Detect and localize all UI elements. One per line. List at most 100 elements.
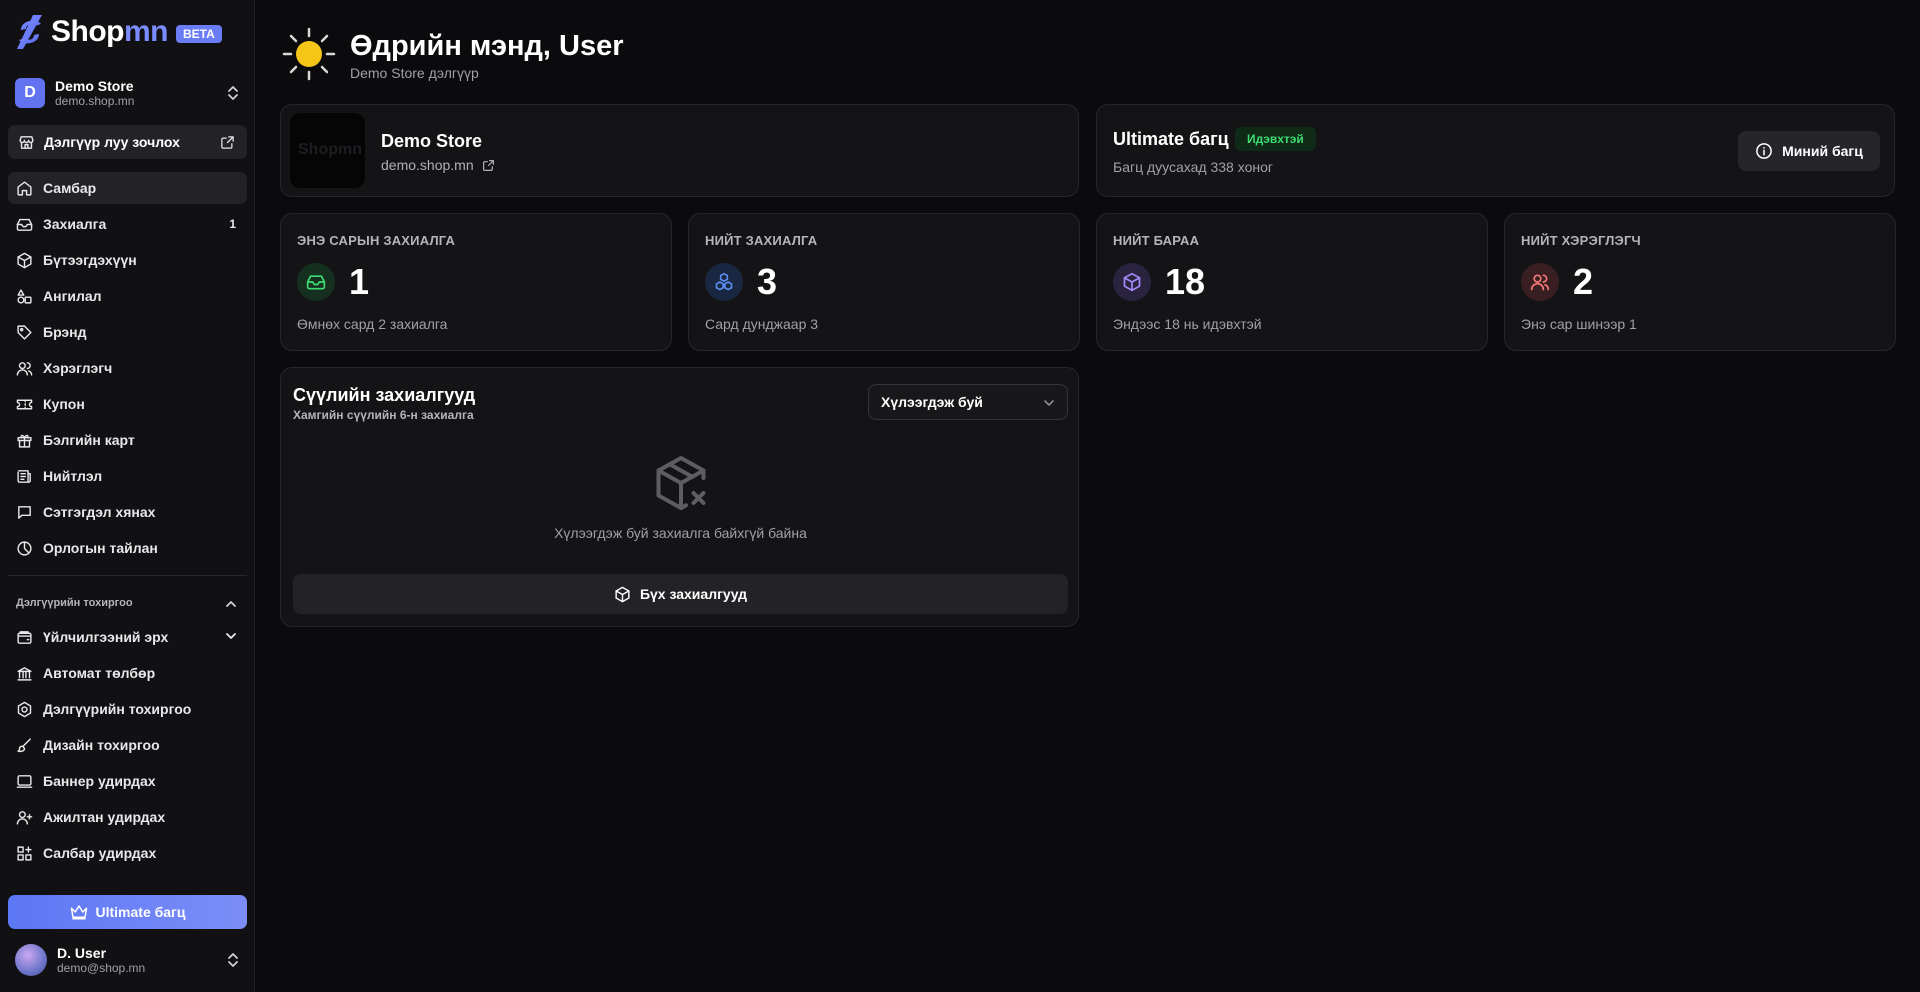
order-status-select[interactable]: Хүлээгдэж буй [868,384,1068,420]
upgrade-plan-button[interactable]: Ultimate багц [8,895,247,929]
sidebar-item-banners[interactable]: Баннер удирдах [8,765,247,797]
sidebar-item-label: Сэтгэгдэл хянах [43,504,156,520]
sidebar-item-store-settings[interactable]: Дэлгүүрийн тохиргоо [8,693,247,725]
stat-card-total-products: НИЙТ БАРАА 18 Эндээс 18 нь идэвхтэй [1096,213,1488,351]
my-plan-button[interactable]: Миний багц [1738,131,1880,171]
chevron-up-icon[interactable] [225,599,237,609]
store-domain: demo.shop.mn [55,94,135,108]
chevrons-up-down-icon [228,953,238,967]
external-link-icon [221,136,234,149]
sidebar-item-design-settings[interactable]: Дизайн тохиргоо [8,729,247,761]
page-title: Өдрийн мэнд, User [350,30,624,62]
sidebar-item-staff[interactable]: Ажилтан удирдах [8,801,247,833]
user-name: D. User [57,944,107,961]
sidebar-item-coupons[interactable]: Купон [8,388,247,420]
stat-card-monthly-orders: ЭНЭ САРЫН ЗАХИАЛГА 1 Өмнөх сард 2 захиал… [280,213,672,351]
brush-icon [17,737,31,752]
sidebar-item-auto-payment[interactable]: Автомат төлбөр [8,657,247,689]
sidebar-item-label: Бэлгийн карт [43,432,135,448]
avatar [15,944,47,976]
store-card-domain: demo.shop.mn [381,157,474,173]
greeting-header: Өдрийн мэнд, User Demo Store дэлгүүр [280,25,624,83]
info-icon [1756,143,1773,159]
thumbnail-watermark: Shopmn [298,141,362,158]
sidebar-item-label: Нийтлэл [43,468,103,484]
brand-name: Shopmn [51,15,169,48]
stat-icon [705,263,743,301]
sidebar-item-label: Купон [43,396,85,412]
package-icon [615,586,630,602]
boxes-icon [715,272,733,291]
stat-value: 2 [1573,261,1594,302]
sidebar-item-dashboard[interactable]: Самбар [8,172,247,204]
sidebar-item-label: Брэнд [43,324,87,340]
brand-logo[interactable]: Shopmn BETA [15,12,222,52]
store-name: Demo Store [55,78,134,94]
stat-sub: Эндээс 18 нь идэвхтэй [1113,316,1262,332]
recent-orders-subtitle: Хамгийн сүүлийн 6-н захиалга [293,408,474,422]
sidebar-item-label: Баннер удирдах [43,773,156,789]
chart-icon [17,540,32,556]
user-email: demo@shop.mn [57,960,146,975]
order-status-value: Хүлээгдэж буй [881,394,983,410]
newspaper-icon [17,469,31,483]
stat-icon [1521,263,1559,301]
sidebar-item-label: Захиалга [43,216,107,232]
sidebar-item-subscription[interactable]: Үйлчилгээний эрх [8,621,247,653]
sidebar-item-label: Орлогын тайлан [43,540,158,556]
sidebar-item-label: Самбар [43,180,97,196]
ticket-icon [16,399,33,409]
sidebar-item-reviews[interactable]: Сэтгэгдэл хянах [8,496,247,528]
sidebar-item-products[interactable]: Бүтээгдэхүүн [8,244,247,276]
stat-label: НИЙТ ЗАХИАЛГА [705,233,818,248]
sidebar-item-revenue-report[interactable]: Орлогын тайлан [8,532,247,564]
empty-state-text: Хүлээгдэж буй захиалга байхгүй байна [554,525,807,541]
stat-label: НИЙТ ХЭРЭГЛЭГЧ [1521,233,1641,248]
store-switcher[interactable]: D Demo Store demo.shop.mn [15,77,240,109]
stat-label: ЭНЭ САРЫН ЗАХИАЛГА [297,233,456,248]
all-orders-label: Бүх захиалгууд [639,586,748,602]
user-menu[interactable]: D. User demo@shop.mn [15,943,240,977]
store-thumbnail[interactable]: Shopmn [290,113,365,188]
sidebar-item-label: Ангилал [43,288,102,304]
users-icon [1530,274,1550,291]
orders-count-badge: 1 [229,217,236,231]
stat-card-total-orders: НИЙТ ЗАХИАЛГА 3 Сард дунджаар 3 [688,213,1080,351]
store-card-domain-link[interactable]: demo.shop.mn [381,157,495,173]
package-x-icon [656,456,706,510]
visit-store-button[interactable]: Дэлгүүр луу зочлох [8,125,247,159]
sidebar-item-customers[interactable]: Хэрэглэгч [8,352,247,384]
bank-icon [17,666,32,681]
sidebar-item-label: Хэрэглэгч [43,360,113,376]
sidebar-item-label: Дэлгүүрийн тохиргоо [43,701,192,717]
stat-sub: Сард дунджаар 3 [705,316,819,332]
all-orders-button[interactable]: Бүх захиалгууд [293,574,1068,614]
visit-store-label: Дэлгүүр луу зочлох [44,134,180,150]
recent-orders-card: Сүүлийн захиалгууд Хамгийн сүүлийн 6-н з… [280,367,1079,627]
wallet-icon [17,630,32,644]
sidebar-item-posts[interactable]: Нийтлэл [8,460,247,492]
grid-plus-icon [17,845,32,861]
user-plus-icon [16,810,33,825]
sidebar-item-branches[interactable]: Салбар удирдах [8,837,247,869]
stat-sub: Өмнөх сард 2 захиалга [297,316,448,332]
tag-icon [17,324,32,340]
sidebar-item-categories[interactable]: Ангилал [8,280,247,312]
settings-section-title[interactable]: Дэлгүүрийн тохиргоо [16,597,133,609]
recent-orders-title: Сүүлийн захиалгууд [293,385,476,405]
store-icon [19,135,34,149]
settings-nav: Үйлчилгээний эрх Автомат төлбөр Дэлгүүри… [8,621,247,873]
sidebar-item-label: Үйлчилгээний эрх [43,629,169,645]
package-icon [1123,272,1141,292]
sun-icon [282,27,336,81]
message-icon [18,505,31,519]
crown-icon [70,905,87,920]
shopmn-logo-icon [17,15,42,49]
sidebar-item-brands[interactable]: Брэнд [8,316,247,348]
sidebar-item-gift-cards[interactable]: Бэлгийн карт [8,424,247,456]
sidebar-item-orders[interactable]: Захиалга 1 [8,208,247,240]
stat-value: 18 [1165,261,1206,302]
monitor-icon [16,774,33,788]
chevron-down-icon [1044,400,1054,406]
stat-icon [1113,263,1151,301]
